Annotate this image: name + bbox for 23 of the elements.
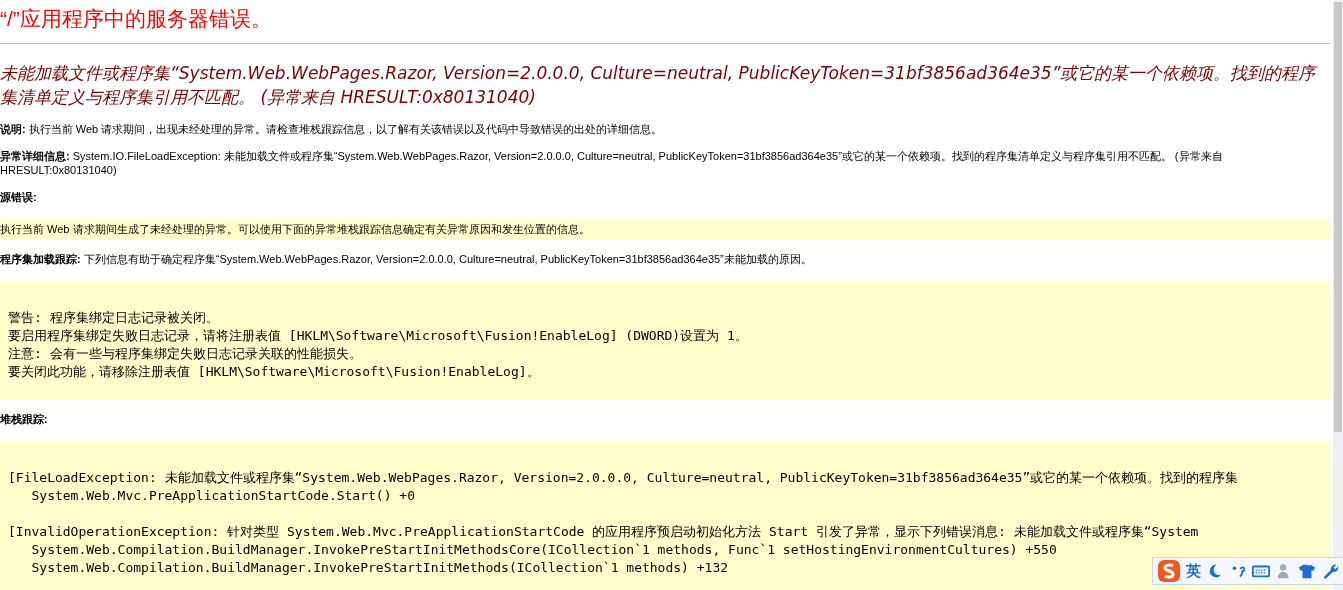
shirt-icon[interactable] <box>1298 562 1316 580</box>
code-line: System.Web.Compilation.BuildManager.InvokePreStartInitMethods(ICollection`1 methods) +132 <box>30 559 729 577</box>
page-title: “/”应用程序中的服务器错误。 <box>0 6 273 32</box>
section-label: 源错误: <box>0 190 38 204</box>
source-error-box: 执行当前 Web 请求期间生成了未经处理的异常。可以使用下面的异常堆栈跟踪信息确定有关异常原因和发生位置的信息。 <box>0 219 1330 239</box>
section-label: 堆栈跟踪: <box>0 412 49 426</box>
code-line: [InvalidOperationException: 针对类型 System.Web.Mvc.PreApplicationStartCode 的应用程序预启动初始化方法 Start 引发了异常，显示下列错误消息: 未能加载文件或程序集“System <box>8 523 1199 541</box>
s-logo-icon[interactable] <box>1157 559 1181 583</box>
section-paragraph: 异常详细信息: System.IO.FileLoadException: 未能加载文件或程序集“System.Web.WebPages.Razor, Version=2.0.0.0, Culture=neutral, PublicKeyToken=31bf3856ad364e35”或它的某一个依赖项。找到的程序集清单定义与程序集引用不匹配。 (异常来自 HRESULT:0x80131040) <box>0 149 1224 177</box>
code-line: System.Web.Mvc.PreApplicationStartCode.Start() +0 <box>30 487 415 505</box>
code-line: System.Web.Compilation.BuildManager.InvokePreStartInitMethodsCore(ICollection`1 methods, Func`1 setHostingEnvironmentCultures) +550 <box>30 541 1057 559</box>
wrench-icon[interactable] <box>1321 562 1339 580</box>
code-line: 注意: 会有一些与程序集绑定失败日志记录关联的性能损失。 <box>8 345 362 363</box>
scrollbar-thumb[interactable] <box>1334 2 1342 432</box>
code-line: 警告: 程序集绑定日志记录被关闭。 <box>8 309 219 327</box>
section-paragraph: 程序集加载跟踪: 下列信息有助于确定程序集“System.Web.WebPages.Razor, Version=2.0.0.0, Culture=neutral, PublicKeyToken=31bf3856ad364e35”未能加载的原因。 <box>0 252 813 266</box>
section-paragraph: 说明: 执行当前 Web 请求期间，出现未经处理的异常。请检查堆栈跟踪信息，以了解有关该错误以及代码中导致错误的出处的详细信息。 <box>0 122 664 136</box>
scrollbar[interactable] <box>1333 0 1343 590</box>
input-mode-toggle[interactable]: 英 <box>1186 561 1201 581</box>
error-heading: 未能加载文件或程序集“System.Web.WebPages.Razor, Version=2.0.0.0, Culture=neutral, PublicKeyToken=31bf3856ad364e35”或它的某一个依赖项。找到的程序集清单定义与程序集引用不匹配。 (异常来自 HRESULT:0x80131040) <box>0 62 1319 109</box>
code-line: 要关闭此功能，请移除注册表值 [HKLM\Software\Microsoft\Fusion!EnableLog]。 <box>8 363 540 381</box>
code-line: 要启用程序集绑定失败日志记录，请将注册表值 [HKLM\Software\Microsoft\Fusion!EnableLog] (DWORD)设置为 1。 <box>8 327 748 345</box>
code-line: [FileLoadException: 未能加载文件或程序集“System.Web.WebPages.Razor, Version=2.0.0.0, Culture=neutral, PublicKeyToken=31bf3856ad364e35”或它的某一个依赖项。找到的程序集 <box>8 469 1239 487</box>
